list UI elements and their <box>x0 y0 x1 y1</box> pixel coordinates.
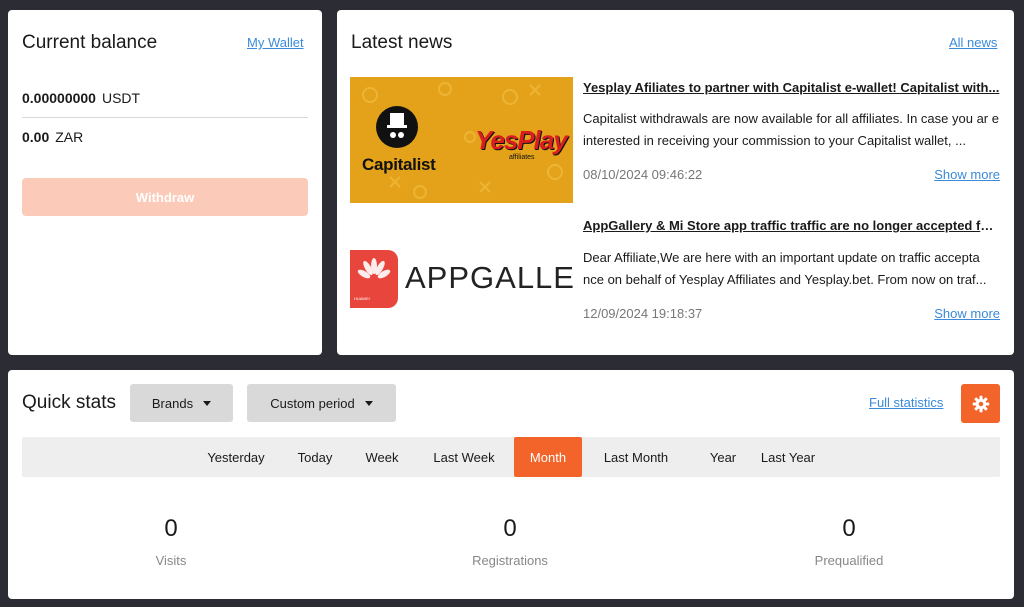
stat-visits: 0 Visits <box>71 515 271 568</box>
stat-value: 0 <box>503 515 517 542</box>
period-dropdown-label: Custom period <box>270 395 355 411</box>
huawei-wordmark: HUAWEI <box>354 296 370 301</box>
balance-row-usdt: 0.00000000 USDT <box>22 90 140 106</box>
news-item-title[interactable]: AppGallery & Mi Store app traffic traffi… <box>583 218 1001 233</box>
news-card: Latest news All news Capitalist YesPlay … <box>337 10 1014 355</box>
full-statistics-link[interactable]: Full statistics <box>869 395 943 410</box>
quick-stats-title: Quick stats <box>22 392 116 413</box>
stat-registrations: 0 Registrations <box>410 515 610 568</box>
news-item-date: 12/09/2024 19:18:37 <box>583 306 703 321</box>
balance-card: Current balance My Wallet 0.00000000 USDT… <box>8 10 322 355</box>
my-wallet-link[interactable]: My Wallet <box>247 35 304 50</box>
gear-icon <box>972 395 989 412</box>
stat-prequalified: 0 Prequalified <box>749 515 949 568</box>
settings-button[interactable] <box>961 384 1000 423</box>
tab-month[interactable]: Month <box>514 437 582 477</box>
balance-amount: 0.00 <box>22 129 50 145</box>
tab-week[interactable]: Week <box>357 437 407 477</box>
balance-currency: ZAR <box>55 129 84 145</box>
chevron-down-icon <box>364 400 373 406</box>
withdraw-button[interactable]: Withdraw <box>22 178 308 216</box>
tab-last-week[interactable]: Last Week <box>425 437 503 477</box>
appgallery-wordmark: APPGALLERY <box>405 260 573 295</box>
tab-year[interactable]: Year <box>698 437 748 477</box>
chevron-down-icon <box>203 400 212 406</box>
quick-stats-card: Quick stats Brands Custom period Full st… <box>8 370 1014 599</box>
news-title: Latest news <box>351 32 453 53</box>
brands-dropdown[interactable]: Brands <box>130 384 233 422</box>
balance-row-zar: 0.00 ZAR <box>22 129 83 145</box>
period-tabs: Yesterday Today Week Last Week Month Las… <box>22 437 1000 477</box>
balance-currency: USDT <box>101 90 141 106</box>
news-item-title[interactable]: Yesplay Afiliates to partner with Capita… <box>583 80 1001 95</box>
show-more-link[interactable]: Show more <box>934 167 1000 182</box>
show-more-link[interactable]: Show more <box>934 306 1000 321</box>
tab-last-year[interactable]: Last Year <box>757 437 819 477</box>
divider <box>22 117 308 118</box>
news-item-body: Dear Affiliate,We are here with an impor… <box>583 250 987 287</box>
stat-label: Prequalified <box>814 553 884 568</box>
stat-label: Registrations <box>472 553 548 568</box>
balance-amount: 0.00000000 <box>22 90 96 106</box>
stat-value: 0 <box>164 515 178 542</box>
stat-label: Visits <box>155 553 187 568</box>
period-dropdown[interactable]: Custom period <box>247 384 396 422</box>
yesplay-sub-wordmark: affiliates <box>509 154 535 161</box>
news-item-date: 08/10/2024 09:46:22 <box>583 167 703 182</box>
tab-yesterday[interactable]: Yesterday <box>196 437 276 477</box>
stat-value: 0 <box>842 515 856 542</box>
tab-last-month[interactable]: Last Month <box>594 437 678 477</box>
capitalist-wordmark: Capitalist <box>362 155 436 174</box>
balance-title: Current balance <box>22 32 158 53</box>
news-item-body: Capitalist withdrawals are now available… <box>583 111 999 148</box>
all-news-link[interactable]: All news <box>949 35 997 50</box>
yesplay-wordmark: YesPlay <box>475 125 568 155</box>
brands-dropdown-label: Brands <box>151 395 194 411</box>
tab-today[interactable]: Today <box>290 437 340 477</box>
